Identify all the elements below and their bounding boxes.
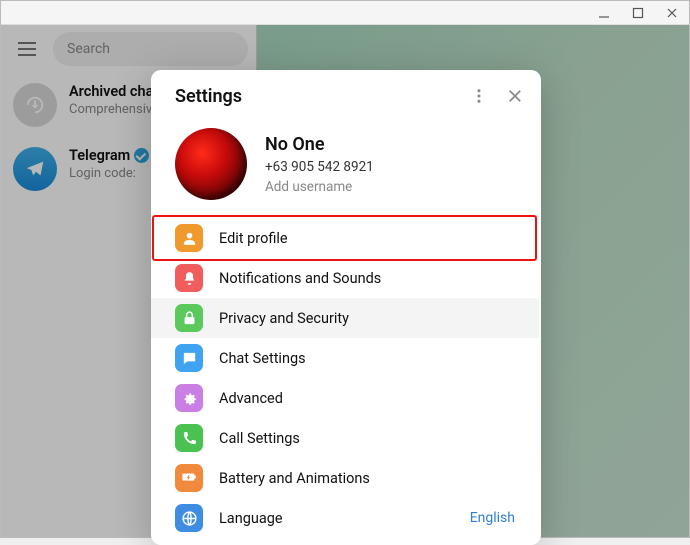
settings-item-gear[interactable]: Advanced — [151, 378, 539, 418]
settings-item-label: Battery and Animations — [219, 470, 515, 487]
settings-item-chat[interactable]: Chat Settings — [151, 338, 539, 378]
settings-modal: Settings No One +63 905 542 8921 Add use… — [151, 70, 541, 545]
window-maximize-button[interactable] — [621, 1, 655, 25]
profile-phone: +63 905 542 8921 — [265, 159, 374, 175]
person-icon — [175, 224, 203, 252]
settings-item-person[interactable]: Edit profile — [151, 218, 539, 258]
more-menu-button[interactable] — [461, 78, 497, 114]
profile-name: No One — [265, 134, 374, 155]
settings-item-label: Language — [219, 510, 454, 527]
window-minimize-button[interactable] — [587, 1, 621, 25]
settings-item-label: Notifications and Sounds — [219, 270, 515, 287]
app-window: Search Archived chats Comprehensive — [0, 0, 690, 538]
settings-item-lock[interactable]: Privacy and Security — [151, 298, 539, 338]
add-username-link[interactable]: Add username — [265, 179, 374, 195]
settings-item-bell[interactable]: Notifications and Sounds — [151, 258, 539, 298]
settings-item-globe[interactable]: Language English — [151, 498, 539, 538]
settings-item-label: Edit profile — [219, 230, 515, 247]
settings-item-label: Advanced — [219, 390, 515, 407]
profile-section: No One +63 905 542 8921 Add username — [151, 122, 539, 218]
settings-item-value: English — [470, 510, 515, 526]
phone-icon — [175, 424, 203, 452]
lock-icon — [175, 304, 203, 332]
settings-item-battery[interactable]: Battery and Animations — [151, 458, 539, 498]
window-close-button[interactable] — [655, 1, 689, 25]
settings-item-label: Privacy and Security — [219, 310, 515, 327]
profile-avatar[interactable] — [175, 128, 247, 200]
chat-icon — [175, 344, 203, 372]
gear-icon — [175, 384, 203, 412]
settings-scroll[interactable]: No One +63 905 542 8921 Add username Edi… — [151, 122, 541, 545]
modal-title: Settings — [175, 86, 461, 107]
window-titlebar — [1, 1, 689, 25]
settings-item-label: Call Settings — [219, 430, 515, 447]
bell-icon — [175, 264, 203, 292]
settings-item-label: Chat Settings — [219, 350, 515, 367]
close-button[interactable] — [497, 78, 533, 114]
battery-icon — [175, 464, 203, 492]
settings-item-phone[interactable]: Call Settings — [151, 418, 539, 458]
globe-icon — [175, 504, 203, 532]
